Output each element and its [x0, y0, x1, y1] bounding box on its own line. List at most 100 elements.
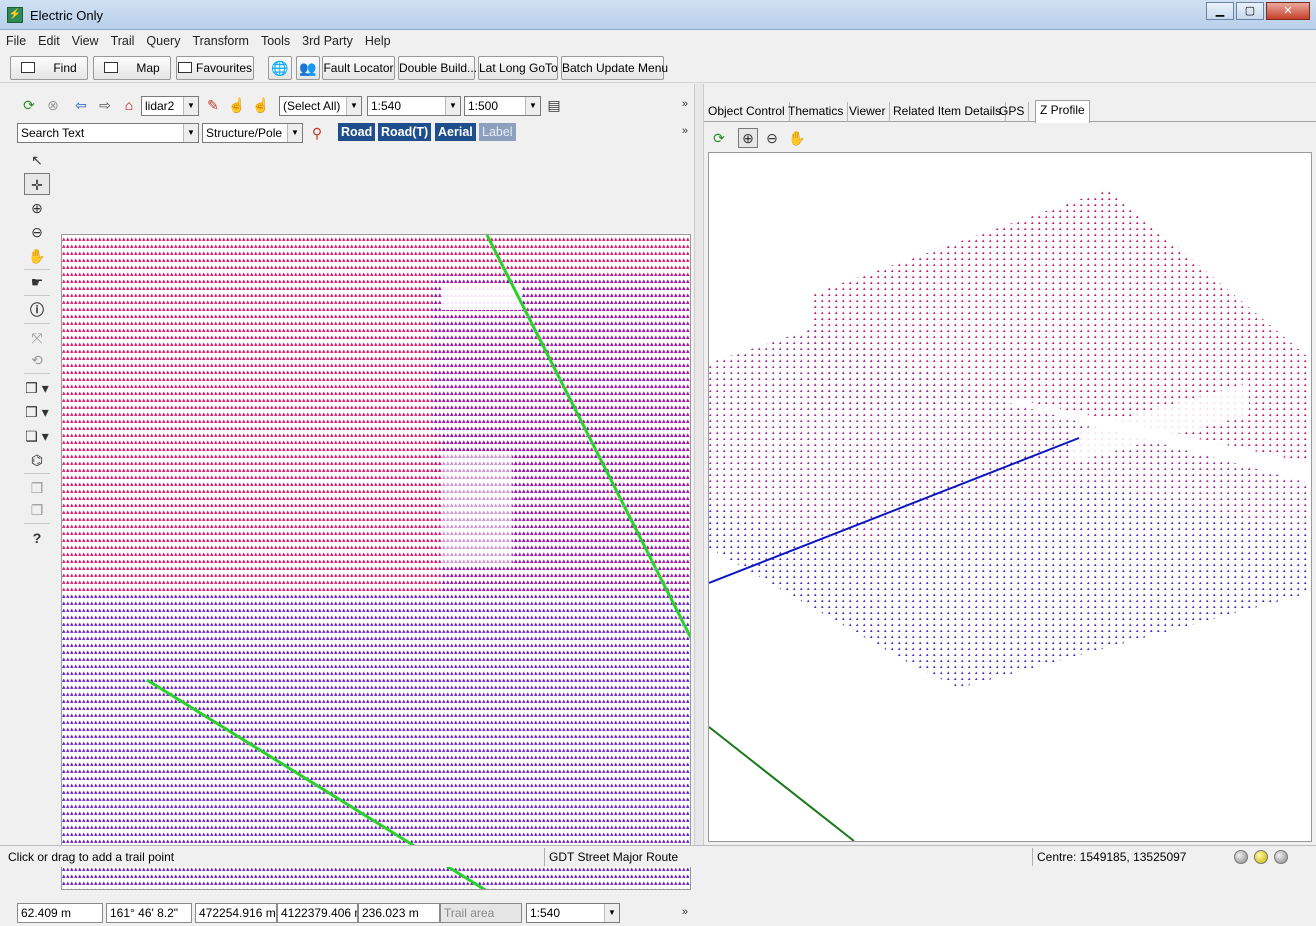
- scale-combo-1[interactable]: 1:540 ▼: [367, 96, 461, 116]
- menu-trail[interactable]: Trail: [105, 31, 141, 51]
- edit-node-icon[interactable]: ⟲: [24, 349, 50, 371]
- tab-viewer[interactable]: Viewer: [845, 102, 891, 122]
- tab-z-profile[interactable]: Z Profile: [1035, 100, 1090, 123]
- hand-select-icon[interactable]: ☝: [228, 96, 246, 114]
- menu-transform[interactable]: Transform: [186, 31, 255, 51]
- home-icon[interactable]: ⌂: [120, 96, 138, 114]
- menu-bar: File Edit View Trail Query Transform Tools 3rd …: [0, 31, 1316, 51]
- search-tool-icon[interactable]: ⚲: [308, 124, 326, 142]
- select-all-combo[interactable]: (Select All) ▼: [279, 96, 362, 116]
- minimize-button[interactable]: ▁: [1206, 2, 1234, 20]
- lat-long-goto-button[interactable]: Lat Long GoTo: [478, 56, 558, 80]
- zoom-out-icon[interactable]: ⊖: [24, 221, 50, 243]
- overflow-chevron-icon[interactable]: »: [682, 98, 688, 110]
- cube-stack-icon[interactable]: ❏ ▾: [24, 425, 50, 447]
- tab-gps[interactable]: GPS: [995, 102, 1030, 122]
- window-title: Electric Only: [30, 8, 103, 23]
- layer-label-button[interactable]: Label: [479, 123, 516, 141]
- batch-update-menu-button[interactable]: Batch Update Menu: [561, 56, 668, 80]
- scale-combo-1-value: 1:540: [371, 99, 402, 113]
- main-toolbar: Find Map Favourites 🌐 👥 Fault Locator Do…: [0, 53, 1316, 83]
- fault-locator-button[interactable]: Fault Locator: [322, 56, 395, 80]
- edit-pen-icon[interactable]: ✎: [204, 96, 222, 114]
- overflow-chevron-icon[interactable]: »: [682, 125, 688, 137]
- menu-edit[interactable]: Edit: [32, 31, 66, 51]
- close-button[interactable]: ✕: [1266, 2, 1310, 20]
- profile-trail-line: [709, 726, 855, 841]
- navigation-toolbar: ⟳ ⊗ ⇦ ⇨ ⌂ lidar2 ▼ ✎ ☝ ☝ (Select All) ▼ 1:…: [0, 92, 694, 118]
- search-text-combo[interactable]: Search Text ▼: [17, 123, 199, 143]
- status-route: GDT Street Major Route: [544, 848, 1032, 866]
- structure-type-combo[interactable]: Structure/Pole ▼: [202, 123, 303, 143]
- status-hint: Click or drag to add a trail point: [8, 850, 175, 864]
- layer-combo[interactable]: lidar2 ▼: [141, 96, 199, 116]
- status-light-gray-2: [1274, 850, 1288, 864]
- info-icon[interactable]: ⓘ: [24, 299, 50, 321]
- globe-tool-icon[interactable]: 🌐: [268, 56, 292, 80]
- measure-scale-combo[interactable]: 1:540 ▼: [526, 903, 620, 923]
- find-button[interactable]: Find: [10, 56, 88, 80]
- forward-arrow-icon[interactable]: ⇨: [96, 96, 114, 114]
- chevron-down-icon: ▼: [287, 124, 302, 142]
- menu-query[interactable]: Query: [140, 31, 186, 51]
- hand-select-2-icon[interactable]: ☝: [252, 96, 270, 114]
- refresh-icon[interactable]: ⟳: [710, 129, 728, 147]
- scale-combo-2[interactable]: 1:500 ▼: [464, 96, 541, 116]
- tab-related-item-details[interactable]: Related Item Details: [889, 102, 1007, 122]
- stop-icon[interactable]: ⊗: [44, 96, 62, 114]
- back-arrow-icon[interactable]: ⇦: [72, 96, 90, 114]
- z-profile-3d-view[interactable]: ▴ ▴ ▴: [708, 152, 1312, 842]
- zoom-out-icon[interactable]: ⊖: [763, 129, 781, 147]
- z-profile-canvas[interactable]: ▴ ▴ ▴: [709, 153, 1312, 842]
- measure-scale-value: 1:540: [530, 906, 561, 920]
- find-icon: [21, 62, 36, 73]
- layer-road-button[interactable]: Road: [338, 123, 376, 141]
- menu-help[interactable]: Help: [359, 31, 397, 51]
- refresh-icon[interactable]: ⟳: [20, 96, 38, 114]
- cube-gray-2-icon[interactable]: ❒: [24, 499, 50, 521]
- menu-tools[interactable]: Tools: [255, 31, 296, 51]
- cube-gray-icon[interactable]: ❒: [24, 477, 50, 499]
- move-node-icon[interactable]: ⤧: [24, 327, 50, 349]
- tools-divider: [24, 323, 50, 324]
- structure-icon[interactable]: ⌬: [24, 449, 50, 471]
- map-button[interactable]: Map: [93, 56, 171, 80]
- pan-hand-icon[interactable]: ✋: [24, 245, 50, 267]
- help-icon[interactable]: ?: [24, 527, 50, 549]
- layer-combo-value: lidar2: [145, 99, 175, 113]
- find-label: Find: [53, 61, 77, 75]
- tools-divider: [24, 473, 50, 474]
- cube-tool-icon[interactable]: ❒ ▾: [24, 377, 50, 399]
- lidar-map-canvas[interactable]: ▴▴ ▴▴ ▴▴: [62, 235, 691, 890]
- crosshair-icon[interactable]: ✛: [24, 173, 50, 195]
- zoom-in-icon[interactable]: ⊕: [24, 197, 50, 219]
- zoom-in-icon[interactable]: ⊕: [738, 128, 758, 148]
- status-light-yellow: [1254, 850, 1268, 864]
- tools-divider: [24, 523, 50, 524]
- chevron-down-icon: ▼: [183, 124, 198, 142]
- tools-divider: [24, 295, 50, 296]
- tab-object-control[interactable]: Object Control: [704, 102, 790, 122]
- pointer-icon[interactable]: ↖: [24, 149, 50, 171]
- menu-file[interactable]: File: [0, 31, 32, 51]
- pane-splitter[interactable]: [694, 84, 704, 845]
- tab-thematics[interactable]: Thematics: [784, 102, 849, 122]
- double-build-button[interactable]: Double Build...: [398, 56, 477, 80]
- pan-hand-icon[interactable]: ✋: [788, 129, 806, 147]
- menu-view[interactable]: View: [66, 31, 105, 51]
- map-pane: ⟳ ⊗ ⇦ ⇨ ⌂ lidar2 ▼ ✎ ☝ ☝ (Select All) ▼ 1:…: [0, 84, 694, 923]
- favourites-icon: [177, 62, 192, 73]
- grab-hand-icon[interactable]: ☛: [24, 271, 50, 293]
- layer-road-t-button[interactable]: Road(T): [378, 123, 432, 141]
- print-icon[interactable]: ▤: [545, 96, 563, 114]
- select-combo-value: (Select All): [283, 99, 341, 113]
- overflow-chevron-icon[interactable]: »: [682, 906, 688, 918]
- menu-3rd-party[interactable]: 3rd Party: [296, 31, 359, 51]
- favourites-button[interactable]: Favourites: [176, 56, 254, 80]
- layer-aerial-button[interactable]: Aerial: [435, 123, 476, 141]
- chevron-down-icon: ▼: [445, 97, 460, 115]
- maximize-button[interactable]: ▢: [1236, 2, 1264, 20]
- users-tool-icon[interactable]: 👥: [296, 56, 320, 80]
- lidar-map-view[interactable]: ▴▴ ▴▴ ▴▴: [61, 234, 691, 890]
- cube-rotate-icon[interactable]: ❐ ▾: [24, 401, 50, 423]
